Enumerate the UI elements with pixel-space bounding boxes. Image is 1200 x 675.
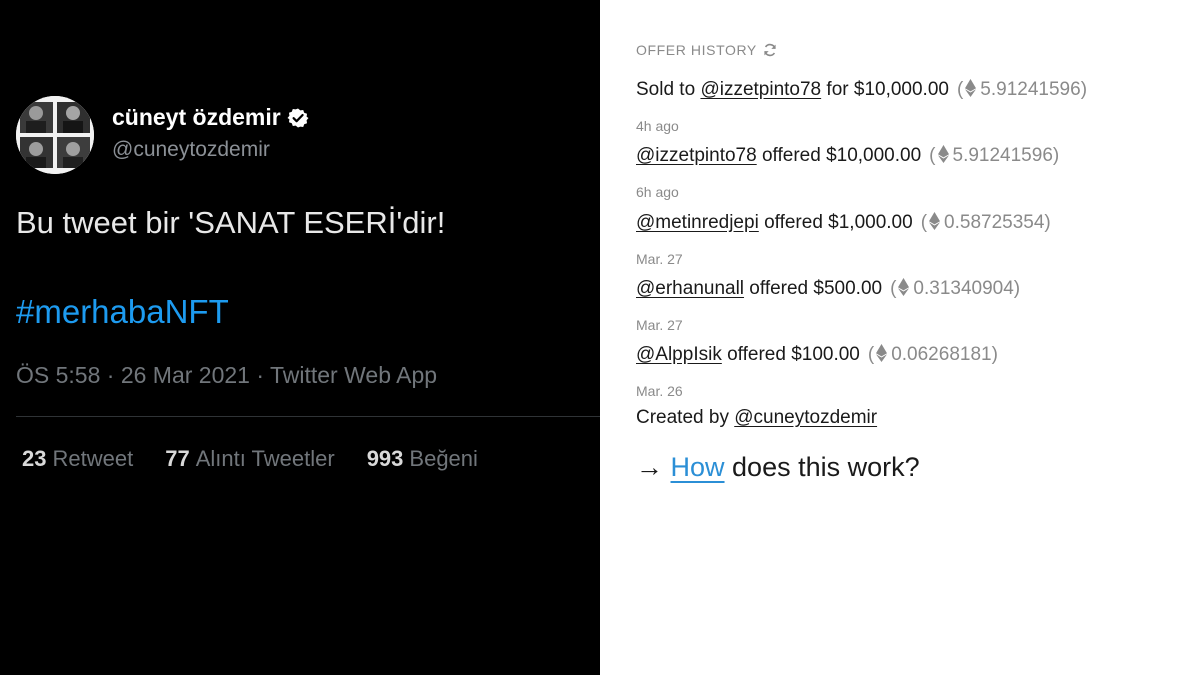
likes-stat[interactable]: 993 Beğeni xyxy=(367,446,478,472)
refresh-icon[interactable] xyxy=(762,42,778,58)
entry-amount: for $10,000.00 xyxy=(821,79,949,100)
ethereum-icon xyxy=(876,344,888,362)
avatar[interactable] xyxy=(16,96,94,174)
tweet-timestamp[interactable]: ÖS 5:58 · 26 Mar 2021 · Twitter Web App xyxy=(16,362,437,389)
display-name-text: cüneyt özdemir xyxy=(112,104,281,130)
bidder-link[interactable]: @AlppIsik xyxy=(636,344,722,365)
tweet-card: cüneyt özdemir @cuneytozdemir Bu tweet b… xyxy=(0,0,600,675)
eth-value: 0.06268181 xyxy=(891,344,992,365)
eth-amount: (5.91241596) xyxy=(956,79,1088,100)
bidder-link[interactable]: @izzetpinto78 xyxy=(636,145,757,166)
eth-amount: (5.91241596) xyxy=(929,145,1060,166)
bidder-link[interactable]: @metinredjepi xyxy=(636,212,759,233)
offer-entry: @erhanunall offered $500.00 (0.31340904) xyxy=(636,278,1020,300)
entry-time: Mar. 26 xyxy=(636,383,683,399)
offer-entry: Sold to @izzetpinto78 for $10,000.00 (5.9… xyxy=(636,79,1087,101)
eth-amount: (0.06268181) xyxy=(867,344,998,365)
created-by-prefix: Created by xyxy=(636,407,735,428)
tweet-stats: 23 Retweet 77 Alıntı Tweetler 993 Beğeni xyxy=(22,446,478,472)
ethereum-icon xyxy=(965,79,977,97)
eth-amount: (0.31340904) xyxy=(890,278,1021,299)
entry-prefix: Sold to xyxy=(636,79,701,100)
arrow-right-icon: → xyxy=(636,452,663,482)
divider xyxy=(16,416,600,417)
likes-count: 993 xyxy=(366,446,404,471)
entry-time: 4h ago xyxy=(636,118,679,134)
creator-link[interactable]: @cuneytozdemir xyxy=(734,407,877,428)
likes-label: Beğeni xyxy=(409,446,478,471)
retweet-label: Retweet xyxy=(52,446,134,471)
retweet-stat[interactable]: 23 Retweet xyxy=(22,446,133,472)
display-name[interactable]: cüneyt özdemir xyxy=(112,104,309,131)
eth-value: 5.91241596 xyxy=(952,145,1053,166)
ethereum-icon xyxy=(898,278,910,296)
how-text: does this work? xyxy=(724,452,920,482)
offer-entry: @metinredjepi offered $1,000.00 (0.587253… xyxy=(636,212,1051,234)
how-link[interactable]: How xyxy=(671,452,725,482)
bidder-link[interactable]: @erhanunall xyxy=(636,278,744,299)
how-it-works: → How does this work? xyxy=(636,452,920,483)
eth-amount: (0.58725354) xyxy=(920,212,1051,233)
entry-time: Mar. 27 xyxy=(636,251,683,267)
eth-value: 5.91241596 xyxy=(980,79,1081,100)
entry-time: 6h ago xyxy=(636,184,679,200)
quote-tweets-stat[interactable]: 77 Alıntı Tweetler xyxy=(165,446,334,472)
ethereum-icon xyxy=(929,212,941,230)
verified-badge-icon xyxy=(287,107,309,129)
offer-entry: @izzetpinto78 offered $10,000.00 (5.91241… xyxy=(636,145,1059,167)
offer-history-header: OFFER HISTORY xyxy=(636,42,778,58)
buyer-link[interactable]: @izzetpinto78 xyxy=(700,79,821,100)
quote-tweets-label: Alıntı Tweetler xyxy=(195,446,335,471)
quote-tweets-count: 77 xyxy=(165,446,190,471)
entry-amount: offered $500.00 xyxy=(744,278,883,299)
entry-amount: offered $1,000.00 xyxy=(758,212,913,233)
entry-amount: offered $10,000.00 xyxy=(756,145,922,166)
offer-entry: @AlppIsik offered $100.00 (0.06268181) xyxy=(636,344,998,366)
offer-history-panel: OFFER HISTORY Sold to @izzetpinto78 for … xyxy=(600,0,1200,675)
entry-amount: offered $100.00 xyxy=(721,344,860,365)
offer-history-title: OFFER HISTORY xyxy=(636,42,757,58)
entry-time: Mar. 27 xyxy=(636,317,683,333)
retweet-count: 23 xyxy=(22,446,47,471)
username[interactable]: @cuneytozdemir xyxy=(112,138,270,162)
eth-value: 0.31340904 xyxy=(913,278,1014,299)
ethereum-icon xyxy=(937,145,949,163)
tweet-text: Bu tweet bir 'SANAT ESERİ'dir! xyxy=(16,205,446,240)
created-by-entry: Created by @cuneytozdemir xyxy=(636,407,877,429)
hashtag-link[interactable]: #merhabaNFT xyxy=(16,293,229,331)
eth-value: 0.58725354 xyxy=(944,212,1045,233)
